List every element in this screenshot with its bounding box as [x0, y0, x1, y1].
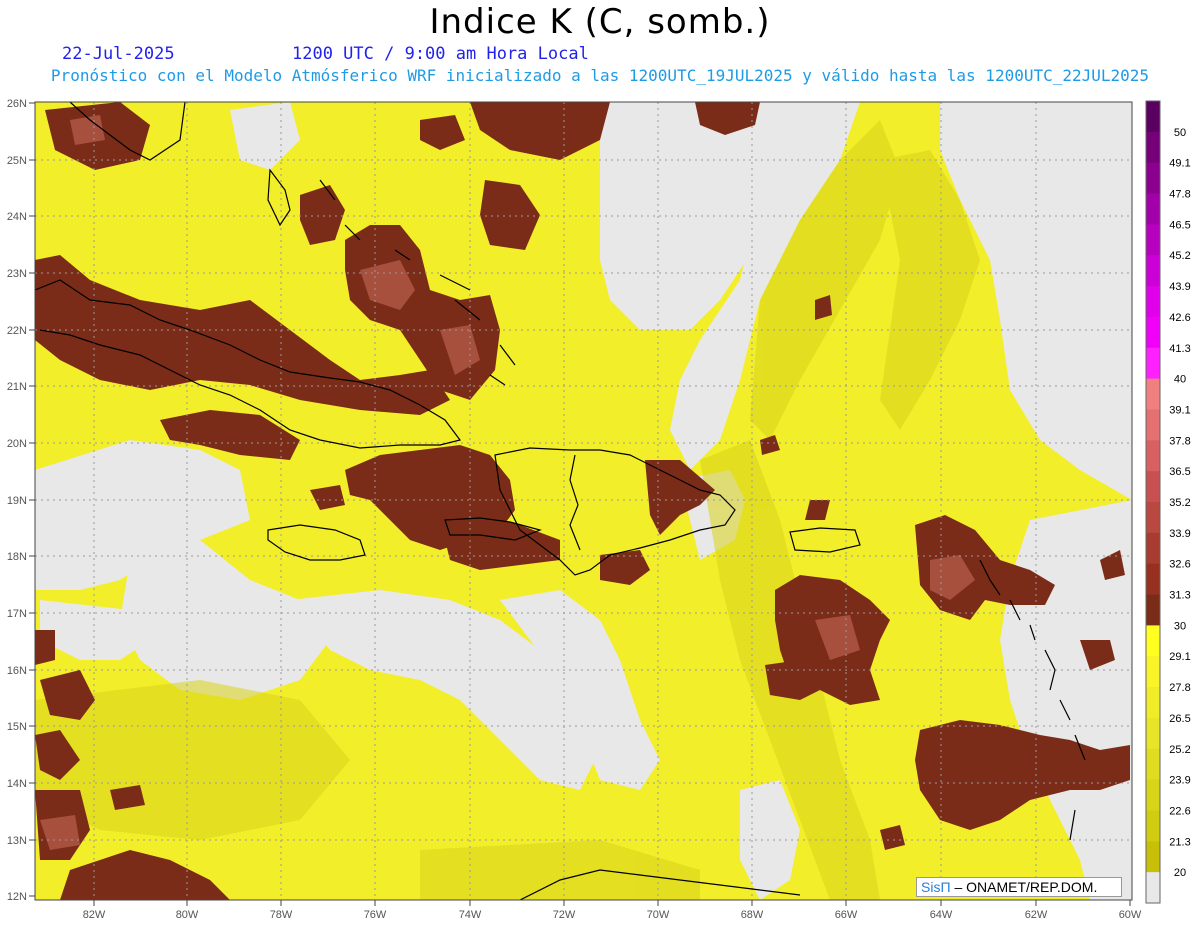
- colorbar-swatch: [1146, 347, 1160, 380]
- colorbar-label: 49.1: [1169, 158, 1190, 170]
- lat-label: 26N: [7, 98, 27, 110]
- colorbar-swatch: [1146, 440, 1160, 472]
- lon-label: 82W: [83, 909, 106, 921]
- lon-label: 64W: [930, 909, 953, 921]
- colorbar-label: 46.5: [1169, 219, 1190, 231]
- colorbar-label: 45.2: [1169, 250, 1190, 262]
- colorbar-label: 23.9: [1169, 775, 1190, 787]
- sispi-logo: SisΠ: [921, 879, 951, 895]
- longitude-labels: 82W 80W 78W 76W 74W 72W 70W 68W 66W 64W …: [83, 909, 1142, 921]
- lat-label: 14N: [7, 778, 27, 790]
- colorbar-swatch: [1146, 409, 1160, 441]
- lat-label: 17N: [7, 608, 27, 620]
- k-index-map: 26N 25N 24N 23N 22N 21N 20N 19N 18N 17N …: [7, 98, 1191, 921]
- lat-label: 12N: [7, 891, 27, 903]
- lon-label: 80W: [176, 909, 199, 921]
- lon-label: 68W: [741, 909, 764, 921]
- lon-label: 66W: [835, 909, 858, 921]
- lon-label: 62W: [1025, 909, 1048, 921]
- colorbar-swatch: [1146, 687, 1160, 719]
- colorbar-swatch: [1146, 594, 1160, 626]
- lon-label: 74W: [459, 909, 482, 921]
- colorbar-swatch: [1146, 872, 1160, 904]
- colorbar-label: 47.8: [1169, 189, 1190, 201]
- colorbar-swatch: [1146, 255, 1160, 287]
- lat-label: 20N: [7, 438, 27, 450]
- lon-label: 60W: [1119, 909, 1142, 921]
- colorbar-swatch: [1146, 656, 1160, 688]
- lat-label: 25N: [7, 155, 27, 167]
- colorbar-label: 35.2: [1169, 497, 1190, 509]
- credit-box: SisΠ – ONAMET/REP.DOM.: [916, 877, 1122, 897]
- colorbar-swatch: [1146, 748, 1160, 781]
- colorbar-label: 25.2: [1169, 744, 1190, 756]
- colorbar-label: 21.3: [1169, 836, 1190, 848]
- lat-label: 21N: [7, 381, 27, 393]
- colorbar-label: 39.1: [1169, 404, 1190, 416]
- colorbar-swatch: [1146, 502, 1160, 534]
- lon-label: 76W: [364, 909, 387, 921]
- colorbar-swatch: [1146, 625, 1160, 657]
- colorbar-label: 27.8: [1169, 682, 1190, 694]
- colorbar-label: 22.6: [1169, 805, 1190, 817]
- colorbar-swatch: [1146, 378, 1160, 410]
- colorbar-swatch: [1146, 101, 1160, 133]
- colorbar-label: 26.5: [1169, 713, 1190, 725]
- colorbar-swatch: [1146, 810, 1160, 842]
- lon-label: 70W: [647, 909, 670, 921]
- lat-label: 22N: [7, 325, 27, 337]
- lat-label: 15N: [7, 721, 27, 733]
- lon-label: 78W: [270, 909, 293, 921]
- lat-label: 18N: [7, 551, 27, 563]
- colorbar-swatch: [1146, 286, 1160, 318]
- colorbar-label: 37.8: [1169, 435, 1190, 447]
- colorbar-label: 36.5: [1169, 466, 1190, 478]
- map-plot-area: [35, 102, 1132, 900]
- colorbar-label: 33.9: [1169, 528, 1190, 540]
- colorbar-swatch: [1146, 224, 1160, 256]
- latitude-labels: 26N 25N 24N 23N 22N 21N 20N 19N 18N 17N …: [7, 98, 27, 903]
- colorbar-swatch: [1146, 162, 1160, 195]
- colorbar-swatch: [1146, 717, 1160, 750]
- colorbar-swatch: [1146, 131, 1160, 164]
- colorbar-label: 50: [1174, 127, 1186, 139]
- colorbar-swatch: [1146, 779, 1160, 811]
- colorbar-label: 31.3: [1169, 590, 1190, 602]
- colorbar-swatch: [1146, 471, 1160, 503]
- colorbar-swatch: [1146, 841, 1160, 873]
- colorbar-label: 40: [1174, 374, 1186, 386]
- lon-label: 72W: [553, 909, 576, 921]
- colorbar-swatch: [1146, 532, 1160, 565]
- colorbar-label: 42.6: [1169, 312, 1190, 324]
- lat-label: 19N: [7, 495, 27, 507]
- colorbar-swatch: [1146, 316, 1160, 349]
- lat-label: 24N: [7, 211, 27, 223]
- colorbar-label: 30: [1174, 620, 1186, 632]
- colorbar: 50 49.1 47.8 46.5 45.2 43.9 42.6 41.3 40 39.1 37.8…: [1145, 100, 1191, 904]
- colorbar-label: 29.1: [1169, 651, 1190, 663]
- colorbar-label: 43.9: [1169, 281, 1190, 293]
- colorbar-swatch: [1146, 193, 1160, 225]
- lat-label: 23N: [7, 268, 27, 280]
- lat-label: 13N: [7, 835, 27, 847]
- colorbar-label: 20: [1174, 867, 1186, 879]
- colorbar-label: 32.6: [1169, 559, 1190, 571]
- credit-text: – ONAMET/REP.DOM.: [950, 879, 1098, 895]
- colorbar-label: 41.3: [1169, 343, 1190, 355]
- lat-label: 16N: [7, 665, 27, 677]
- colorbar-swatch: [1146, 563, 1160, 596]
